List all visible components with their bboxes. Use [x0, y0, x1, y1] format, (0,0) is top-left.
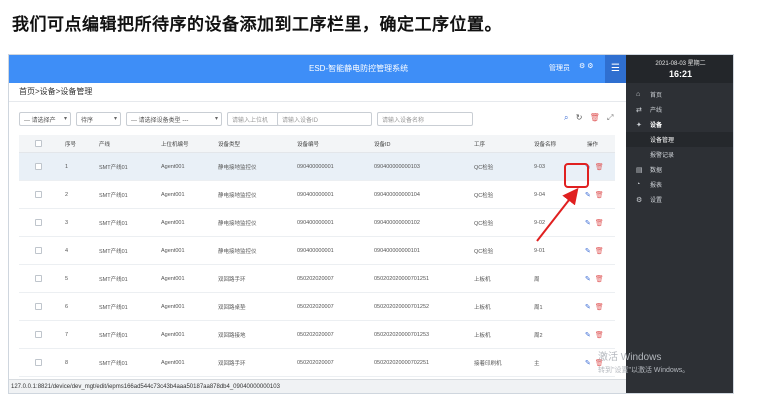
sidebar-item-label: 数据 — [650, 168, 663, 174]
home-icon: ⌂ — [636, 91, 641, 98]
sidebar-item-alarm-records[interactable]: 报警记录 — [626, 147, 733, 162]
windows-watermark: 激活 Windows 转到"设置"以激活 Windows。 — [598, 348, 689, 375]
watermark-title: 激活 Windows — [598, 352, 662, 363]
sidebar-item-reports[interactable]: ◔ 报表 — [626, 177, 733, 192]
annotation-arrow — [536, 187, 579, 242]
sidebar-item-label: 报表 — [650, 183, 663, 189]
swap-icon: ⇄ — [636, 106, 642, 114]
sidebar-item-label: 报警记录 — [650, 153, 675, 159]
clock-date: 2021-08-03 星期二 — [655, 61, 706, 67]
sidebar-item-label: 设备管理 — [650, 138, 675, 144]
watermark-subtitle: 转到"设置"以激活 Windows。 — [598, 367, 690, 374]
devices-icon: ✦ — [636, 121, 642, 129]
sidebar-item-label: 设备 — [650, 123, 663, 129]
settings-icon: ⚙ — [636, 196, 643, 204]
app-window: ESD-智能静电防控管理系统 管理员 ⚙ ⚙ ☰ 2021-08-03 星期二 … — [8, 54, 734, 394]
sidebar-item-home[interactable]: ⌂ 首页 — [626, 87, 733, 102]
clock-panel: 2021-08-03 星期二 16:21 — [626, 55, 733, 83]
slide-caption: 我们可点编辑把所待序的设备添加到工序栏里，确定工序位置。 — [12, 15, 502, 35]
sidebar-item-label: 设置 — [650, 198, 663, 204]
sidebar-item-line[interactable]: ⇄ 产线 — [626, 102, 733, 117]
sidebar-item-settings[interactable]: ⚙ 设置 — [626, 192, 733, 207]
sidebar-nav: ⌂ 首页 ⇄ 产线 ✦ 设备 设备管理 报警记录 ▤ 数据 ◔ 报表 ⚙ 设置 — [626, 83, 733, 207]
sidebar: 2021-08-03 星期二 16:21 ⌂ 首页 ⇄ 产线 ✦ 设备 设备管理 报警… — [626, 55, 733, 393]
status-bar-url: 127.0.0.1:8821/device/dev_mgt/edit/iepms… — [9, 379, 626, 393]
sidebar-item-data[interactable]: ▤ 数据 — [626, 162, 733, 177]
database-icon: ▤ — [636, 166, 643, 174]
chart-icon: ◔ — [636, 181, 641, 188]
clock-time: 16:21 — [668, 69, 693, 79]
sidebar-item-device-management[interactable]: 设备管理 — [626, 132, 733, 147]
sidebar-item-label: 首页 — [650, 93, 663, 99]
sidebar-item-label: 产线 — [650, 108, 663, 114]
sidebar-item-devices[interactable]: ✦ 设备 — [626, 117, 733, 132]
